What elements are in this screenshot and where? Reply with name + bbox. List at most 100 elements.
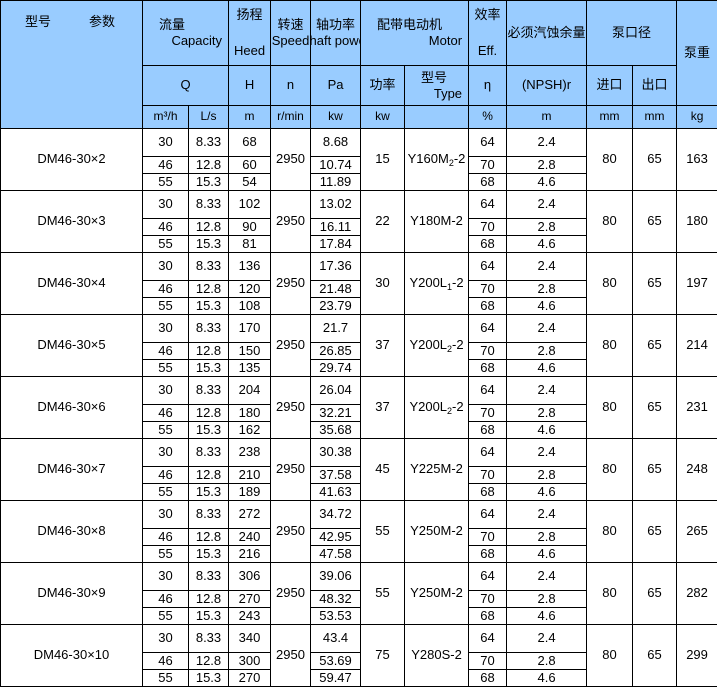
capacity-m3h-cell: 30 bbox=[142, 128, 189, 157]
unit-npsh-m: m bbox=[506, 105, 588, 129]
efficiency-cell: 70 bbox=[468, 404, 508, 422]
inlet-bore-cell: 80 bbox=[586, 190, 634, 253]
shaft-power-cell: 13.02 bbox=[310, 190, 362, 219]
head-m-cell: 162 bbox=[228, 421, 272, 439]
corner-param-label: 参数 bbox=[89, 14, 116, 29]
pump-weight-cell: 214 bbox=[676, 314, 717, 377]
header-head: 扬程 Heed bbox=[228, 0, 272, 66]
efficiency-cell: 64 bbox=[468, 252, 508, 281]
npshr-cell: 2.8 bbox=[506, 342, 588, 360]
header-pump-bore-cn: 泵口径 bbox=[612, 25, 652, 41]
header-npsh-cn: 必须汽蚀余量 bbox=[507, 25, 586, 41]
capacity-m3h-cell: 30 bbox=[142, 376, 189, 405]
header-capacity: 流量 Capacity bbox=[141, 0, 230, 66]
efficiency-cell: 68 bbox=[468, 235, 508, 253]
table-row: DM46-30×10 30 8.33 340 2950 43.4 75 Y280S-2 64 2.… bbox=[0, 624, 717, 687]
capacity-m3h-cell: 55 bbox=[142, 173, 189, 191]
capacity-m3h-cell: 46 bbox=[142, 156, 189, 174]
pump-weight-cell: 163 bbox=[676, 128, 717, 191]
header-symbol-efficiency: η bbox=[468, 65, 508, 106]
header-motor-power-cn: 功率 bbox=[360, 65, 406, 106]
head-m-cell: 270 bbox=[228, 590, 272, 608]
head-m-cell: 120 bbox=[228, 280, 272, 298]
header-pump-weight: 泵重 bbox=[676, 0, 717, 106]
capacity-m3h-cell: 55 bbox=[142, 607, 189, 625]
npshr-cell: 2.8 bbox=[506, 590, 588, 608]
unit-motor-type-empty bbox=[404, 105, 470, 129]
npshr-cell: 2.4 bbox=[506, 438, 588, 467]
capacity-ls-cell: 12.8 bbox=[187, 156, 230, 174]
capacity-ls-cell: 8.33 bbox=[187, 624, 230, 653]
efficiency-cell: 68 bbox=[468, 607, 508, 625]
model-name-cell: DM46-30×9 bbox=[0, 562, 143, 625]
efficiency-cell: 68 bbox=[468, 173, 508, 191]
capacity-ls-cell: 12.8 bbox=[187, 218, 230, 236]
unit-head-m: m bbox=[228, 105, 272, 129]
header-motor-cn: 配带电动机 bbox=[377, 17, 443, 33]
capacity-m3h-cell: 30 bbox=[142, 438, 189, 467]
inlet-bore-cell: 80 bbox=[586, 500, 634, 563]
header-speed-cn: 转速 bbox=[277, 17, 304, 33]
head-m-cell: 210 bbox=[228, 466, 272, 484]
capacity-m3h-cell: 30 bbox=[142, 562, 189, 591]
efficiency-cell: 68 bbox=[468, 483, 508, 501]
outlet-bore-cell: 65 bbox=[632, 438, 678, 501]
capacity-m3h-cell: 46 bbox=[142, 280, 189, 298]
capacity-ls-cell: 8.33 bbox=[187, 376, 230, 405]
header-corner-model-param: 型号 参数 bbox=[0, 0, 143, 129]
inlet-bore-cell: 80 bbox=[586, 562, 634, 625]
head-m-cell: 108 bbox=[228, 297, 272, 315]
npshr-cell: 4.6 bbox=[506, 545, 588, 563]
motor-type-cell: Y250M-2 bbox=[404, 562, 470, 625]
unit-efficiency-percent: % bbox=[468, 105, 508, 129]
npshr-cell: 2.4 bbox=[506, 624, 588, 653]
motor-type-cell: Y200L1-2 bbox=[404, 252, 470, 315]
npshr-cell: 2.8 bbox=[506, 466, 588, 484]
shaft-power-cell: 47.58 bbox=[310, 545, 362, 563]
npshr-cell: 2.4 bbox=[506, 252, 588, 281]
efficiency-cell: 64 bbox=[468, 376, 508, 405]
table-row: DM46-30×7 30 8.33 238 2950 30.38 45 Y225M-2 64 2.… bbox=[0, 438, 717, 501]
pump-weight-cell: 197 bbox=[676, 252, 717, 315]
shaft-power-cell: 26.04 bbox=[310, 376, 362, 405]
shaft-power-cell: 53.69 bbox=[310, 652, 362, 670]
capacity-m3h-cell: 55 bbox=[142, 483, 189, 501]
npshr-cell: 4.6 bbox=[506, 607, 588, 625]
outlet-bore-cell: 65 bbox=[632, 500, 678, 563]
capacity-m3h-cell: 46 bbox=[142, 404, 189, 422]
table-row: DM46-30×8 30 8.33 272 2950 34.72 55 Y250M-2 64 2.… bbox=[0, 500, 717, 563]
capacity-ls-cell: 12.8 bbox=[187, 280, 230, 298]
outlet-bore-cell: 65 bbox=[632, 314, 678, 377]
shaft-power-cell: 8.68 bbox=[310, 128, 362, 157]
shaft-power-cell: 53.53 bbox=[310, 607, 362, 625]
table-row: DM46-30×5 30 8.33 170 2950 21.7 37 Y200L2-2 64 2.… bbox=[0, 314, 717, 377]
header-row-primary: 型号 参数 流量 Capacity 扬程 Heed 转速 Speed 轴功率 a… bbox=[0, 0, 717, 129]
unit-outlet-mm: mm bbox=[632, 105, 678, 129]
capacity-m3h-cell: 46 bbox=[142, 342, 189, 360]
shaft-power-cell: 10.74 bbox=[310, 156, 362, 174]
shaft-power-cell: 59.47 bbox=[310, 669, 362, 687]
capacity-ls-cell: 8.33 bbox=[187, 562, 230, 591]
efficiency-cell: 68 bbox=[468, 669, 508, 687]
capacity-ls-cell: 15.3 bbox=[187, 607, 230, 625]
efficiency-cell: 68 bbox=[468, 421, 508, 439]
header-symbol-head: H bbox=[228, 65, 272, 106]
unit-weight-kg: kg bbox=[676, 105, 717, 129]
motor-power-cell: 45 bbox=[360, 438, 406, 501]
npshr-cell: 2.4 bbox=[506, 500, 588, 529]
motor-type-cell: Y280S-2 bbox=[404, 624, 470, 687]
capacity-m3h-cell: 55 bbox=[142, 359, 189, 377]
efficiency-cell: 70 bbox=[468, 280, 508, 298]
efficiency-cell: 68 bbox=[468, 297, 508, 315]
shaft-power-cell: 42.95 bbox=[310, 528, 362, 546]
outlet-bore-cell: 65 bbox=[632, 376, 678, 439]
model-name-cell: DM46-30×4 bbox=[0, 252, 143, 315]
outlet-bore-cell: 65 bbox=[632, 562, 678, 625]
outlet-bore-cell: 65 bbox=[632, 624, 678, 687]
header-shaft-power: 轴功率 Shaft power bbox=[310, 0, 362, 66]
head-m-cell: 170 bbox=[228, 314, 272, 343]
shaft-power-cell: 34.72 bbox=[310, 500, 362, 529]
motor-type-cell: Y180M-2 bbox=[404, 190, 470, 253]
speed-cell: 2950 bbox=[270, 190, 312, 253]
header-speed: 转速 Speed bbox=[270, 0, 312, 66]
